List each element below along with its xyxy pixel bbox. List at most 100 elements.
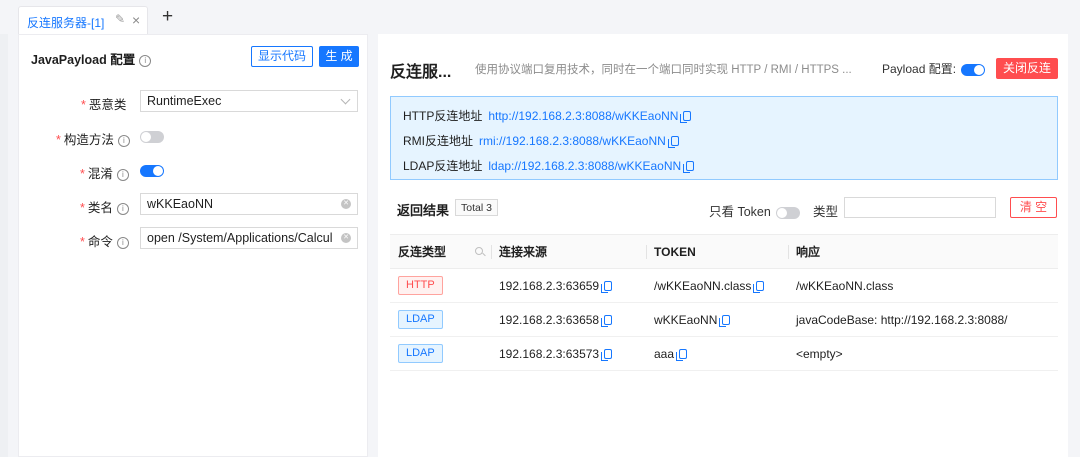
show-code-button[interactable]: 显示代码	[251, 46, 313, 67]
results-table: 反连类型 连接来源 TOKEN 响应 HTTP 192.168.2.3:6365…	[390, 234, 1058, 371]
source-text: 192.168.2.3:63658	[499, 312, 600, 327]
cell-token: aaa	[646, 336, 788, 371]
type-badge: HTTP	[398, 276, 443, 295]
ldap-address-row: LDAP反连地址 ldap://192.168.2.3:8088/wKKEaoNN	[403, 157, 695, 174]
obfuscate-label-text: 混淆	[87, 167, 113, 181]
payload-config: Payload 配置:	[882, 60, 986, 77]
required-mark: *	[80, 201, 85, 215]
cell-type: LDAP	[390, 302, 491, 337]
window-edge	[0, 34, 8, 457]
cell-type: LDAP	[390, 336, 491, 371]
required-mark: *	[80, 235, 85, 249]
close-icon[interactable]: ×	[132, 12, 140, 28]
panel-title-text: JavaPayload 配置	[31, 53, 136, 67]
class-name-value: wKKEaoNN	[147, 197, 213, 211]
tab-reverse-server[interactable]: 反连服务器-[1] ✎ ×	[18, 6, 148, 34]
copy-icon[interactable]	[667, 136, 679, 148]
http-address-link[interactable]: http://192.168.2.3:8088/wKKEaoNN	[488, 109, 678, 123]
type-filter-input[interactable]	[844, 197, 996, 218]
toggle-knob	[974, 64, 985, 75]
ldap-address-label: LDAP反连地址	[403, 159, 483, 173]
clear-icon[interactable]: ✕	[341, 233, 351, 243]
info-icon[interactable]: i	[139, 54, 152, 67]
panel-title: JavaPayload 配置 i	[31, 49, 152, 68]
tab-label: 反连服务器-[1]	[27, 16, 105, 30]
malicious-class-value: RuntimeExec	[147, 94, 222, 108]
cell-source: 192.168.2.3:63658	[491, 302, 646, 337]
tab-bar: 反连服务器-[1] ✎ × +	[0, 0, 1080, 34]
search-icon[interactable]	[475, 247, 483, 255]
column-header-response-text: 响应	[796, 245, 821, 259]
info-icon[interactable]: i	[116, 168, 129, 181]
generate-button[interactable]: 生 成	[319, 46, 359, 67]
only-token-label: 只看 Token	[709, 205, 771, 219]
info-icon[interactable]: i	[117, 134, 130, 147]
copy-icon[interactable]	[680, 111, 692, 123]
malicious-class-select[interactable]: RuntimeExec	[140, 90, 358, 112]
payload-config-toggle[interactable]	[961, 63, 986, 76]
copy-icon[interactable]	[676, 348, 688, 361]
copy-icon[interactable]	[601, 280, 613, 293]
command-label-text: 命令	[87, 235, 113, 249]
construct-method-label: * 构造方法 i	[56, 129, 130, 148]
http-address-label: HTTP反连地址	[403, 109, 483, 123]
construct-method-toggle[interactable]	[140, 131, 164, 143]
column-header-source: 连接来源	[491, 234, 646, 269]
only-token-filter: 只看 Token	[709, 201, 801, 220]
column-separator	[788, 245, 789, 259]
column-separator	[646, 245, 647, 259]
class-name-input[interactable]: wKKEaoNN ✕	[140, 193, 358, 215]
token-text: wKKEaoNN	[654, 312, 718, 327]
rmi-address-link[interactable]: rmi://192.168.2.3:8088/wKKEaoNN	[479, 134, 666, 148]
column-header-type[interactable]: 反连类型	[390, 234, 491, 269]
type-label: 类型	[813, 205, 839, 219]
payload-config-panel: JavaPayload 配置 i 显示代码 生 成 * 恶意类 RuntimeExe…	[18, 34, 368, 457]
cell-token: wKKEaoNN	[646, 302, 788, 337]
command-input[interactable]: open /System/Applications/Calcula ✕	[140, 227, 358, 249]
panel-title: 反连服...	[390, 64, 452, 81]
chevron-down-icon	[340, 94, 351, 105]
obfuscate-toggle[interactable]	[140, 165, 164, 177]
copy-icon[interactable]	[601, 314, 613, 327]
cell-source: 192.168.2.3:63659	[491, 268, 646, 303]
copy-icon[interactable]	[683, 161, 695, 173]
cell-type: HTTP	[390, 268, 491, 303]
reverse-server-panel: 反连服... 使用协议端口复用技术，同时在一个端口同时实现 HTTP / RMI…	[378, 34, 1068, 457]
http-address-row: HTTP反连地址 http://192.168.2.3:8088/wKKEaoNN	[403, 107, 692, 124]
copy-icon[interactable]	[753, 280, 765, 293]
column-header-response: 响应	[788, 234, 1058, 269]
column-header-type-text: 反连类型	[398, 245, 447, 259]
table-header-row: 反连类型 连接来源 TOKEN 响应	[390, 234, 1058, 269]
table-row: LDAP 192.168.2.3:63658 wKKEaoNN javaCode…	[390, 302, 1058, 337]
column-header-source-text: 连接来源	[499, 245, 548, 259]
class-name-label-text: 类名	[87, 201, 113, 215]
add-tab-button[interactable]: +	[162, 6, 173, 28]
required-mark: *	[56, 133, 61, 147]
only-token-toggle[interactable]	[776, 206, 801, 219]
ldap-address-link[interactable]: ldap://192.168.2.3:8088/wKKEaoNN	[488, 159, 681, 173]
clear-button[interactable]: 清 空	[1010, 197, 1057, 218]
toggle-knob	[141, 132, 151, 142]
table-row: LDAP 192.168.2.3:63573 aaa <empty>	[390, 336, 1058, 371]
command-value: open /System/Applications/Calcula	[147, 231, 333, 245]
copy-icon[interactable]	[719, 314, 731, 327]
info-icon[interactable]: i	[116, 236, 129, 249]
copy-icon[interactable]	[601, 348, 613, 361]
construct-method-label-text: 构造方法	[63, 133, 114, 147]
column-header-token: TOKEN	[646, 234, 788, 269]
info-icon[interactable]: i	[116, 202, 129, 215]
clear-icon[interactable]: ✕	[341, 199, 351, 209]
cell-response: /wKKEaoNN.class	[788, 268, 1058, 303]
cell-response: javaCodeBase: http://192.168.2.3:8088/	[788, 302, 1058, 337]
class-name-label: * 类名 i	[80, 197, 129, 216]
cell-response: <empty>	[788, 336, 1058, 371]
total-badge: Total 3	[455, 199, 498, 216]
address-box: HTTP反连地址 http://192.168.2.3:8088/wKKEaoNN…	[390, 96, 1058, 180]
pencil-icon[interactable]: ✎	[115, 12, 125, 26]
type-badge: LDAP	[398, 310, 443, 329]
cell-source: 192.168.2.3:63573	[491, 336, 646, 371]
close-reverse-button[interactable]: 关闭反连	[996, 58, 1058, 79]
malicious-class-label: * 恶意类	[81, 94, 126, 113]
required-mark: *	[80, 167, 85, 181]
token-text: /wKKEaoNN.class	[654, 278, 752, 293]
